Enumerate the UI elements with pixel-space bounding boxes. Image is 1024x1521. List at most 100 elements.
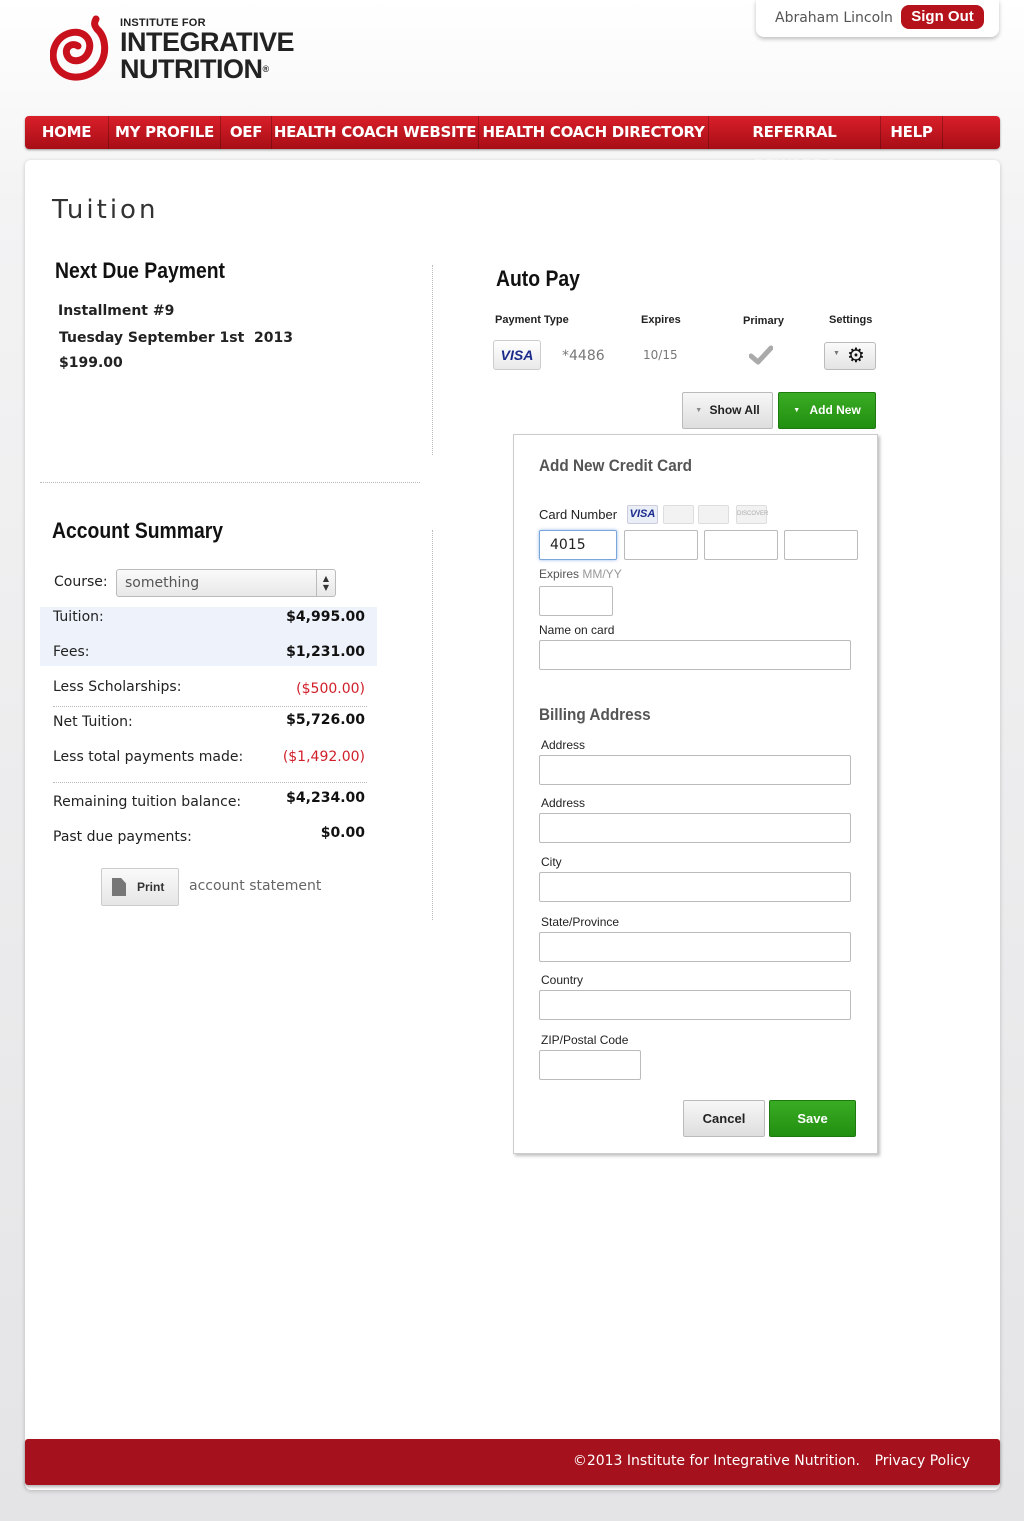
card-number-field-1[interactable]: 4015 [539,530,617,560]
document-icon [112,878,126,896]
chevron-down-icon: ▼ [833,350,840,357]
registered-mark: ® [262,64,269,74]
summary-value-remaining: $4,234.00 [286,790,365,806]
card-number-field-2[interactable] [624,530,698,560]
privacy-policy-link[interactable]: Privacy Policy [875,1453,970,1469]
divider-horizontal [40,482,420,483]
cancel-button[interactable]: Cancel [683,1100,765,1137]
expires-label: Expires MM/YY [539,567,622,581]
next-due-heading: Next Due Payment [55,258,226,283]
discover-mini-icon: DISCOVER [736,505,768,524]
col-settings: Settings [829,314,873,326]
state-field[interactable] [539,932,851,962]
address2-label: Address [541,796,586,810]
summary-label-scholarships: Less Scholarships: [53,679,182,695]
primary-check-icon[interactable] [749,345,773,365]
summary-value-tuition: $4,995.00 [286,609,365,625]
installment-number: Installment #9 [58,303,175,319]
logo-nutrition: NUTRITION [120,54,263,84]
summary-label-remaining: Remaining tuition balance: [53,794,242,810]
nav-health-coach-directory[interactable]: HEALTH COACH DIRECTORY [479,116,709,149]
chevron-down-icon: ▼ [695,407,703,414]
main-panel: Tuition Next Due Payment Installment #9 … [25,160,1000,1490]
city-label: City [541,855,562,869]
sign-out-button[interactable]: Sign Out [901,5,984,29]
due-amount: $199.00 [59,355,123,371]
nav-oef[interactable]: OEF [221,116,272,149]
gear-icon: ⚙ [847,345,865,367]
brand-logo[interactable]: INSTITUTE FOR INTEGRATIVE NUTRITION® [50,15,320,85]
summary-label-net-tuition: Net Tuition: [53,714,133,730]
chevron-down-icon: ▼ [793,407,801,414]
country-label: Country [541,973,584,987]
divider-vertical-top [432,265,433,455]
amex-mini-icon [698,505,729,524]
user-box: Abraham Lincoln Sign Out [756,0,999,37]
add-new-label: Add New [809,403,861,417]
summary-value-scholarships: ($500.00) [296,681,365,697]
spiral-logo-icon [50,15,109,81]
user-name[interactable]: Abraham Lincoln [775,10,893,26]
billing-address-heading: Billing Address [539,705,651,724]
card-number-label: Card Number [539,507,618,522]
summary-label-fees: Fees: [53,644,90,660]
summary-label-past-due: Past due payments: [53,829,192,845]
expires-field[interactable] [539,586,613,616]
print-button[interactable]: Print [101,868,179,906]
logo-integrative: INTEGRATIVE [120,27,295,57]
zip-label: ZIP/Postal Code [541,1033,629,1047]
zip-field[interactable] [539,1050,641,1080]
nav-my-profile[interactable]: MY PROFILE [109,116,221,149]
col-primary: Primary [743,315,784,327]
print-button-label: Print [137,880,165,894]
due-date: Tuesday September 1st 2013 [59,330,293,346]
add-credit-card-form: Add New Credit Card Card Number VISA DIS… [513,434,878,1154]
summary-label-tuition: Tuition: [53,609,104,625]
account-summary-heading: Account Summary [52,518,224,543]
visa-card-icon: VISA [493,340,541,370]
expires-label-text: Expires [539,567,580,581]
nav-referral-rewards[interactable]: REFERRAL REWARDS [709,116,881,174]
page-title: Tuition [52,195,159,225]
name-on-card-field[interactable] [539,640,851,670]
course-label: Course: [54,574,108,590]
summary-value-past-due: $0.00 [320,825,365,841]
city-field[interactable] [539,872,851,902]
add-new-button[interactable]: ▼ Add New [778,392,876,429]
mastercard-mini-icon [663,505,694,524]
footer-copyright: ©2013 Institute for Integrative Nutritio… [572,1453,860,1469]
save-button[interactable]: Save [769,1100,856,1137]
expires-hint: MM/YY [582,567,622,581]
select-arrows-icon: ▲ ▼ [316,570,335,596]
summary-label-payments-made: Less total payments made: [53,749,244,765]
visa-mini-icon: VISA [627,505,658,524]
state-label: State/Province [541,915,620,929]
card-number-field-3[interactable] [704,530,778,560]
add-card-heading: Add New Credit Card [539,456,693,475]
auto-pay-heading: Auto Pay [496,266,580,291]
col-payment-type: Payment Type [495,314,569,326]
address1-field[interactable] [539,755,851,785]
course-select-value: something [125,575,200,591]
col-expires: Expires [641,314,681,326]
nav-health-coach-website[interactable]: HEALTH COACH WEBSITE [272,116,479,149]
course-select[interactable]: something ▲ ▼ [116,569,336,597]
summary-value-net-tuition: $5,726.00 [286,712,365,728]
summary-value-payments-made: ($1,492.00) [282,749,365,765]
footer: ©2013 Institute for Integrative Nutritio… [25,1439,1000,1485]
show-all-label: Show All [709,403,760,417]
card-settings-button[interactable]: ▼ ⚙ [824,342,876,370]
nav-home[interactable]: HOME [25,116,109,149]
card-number-masked: *4486 [562,348,605,364]
summary-divider-1 [53,706,367,707]
nav-help[interactable]: HELP [881,116,943,149]
country-field[interactable] [539,990,851,1020]
address2-field[interactable] [539,813,851,843]
account-statement-label: account statement [189,878,322,894]
card-number-field-4[interactable] [784,530,858,560]
card-expires: 10/15 [643,348,678,362]
address1-label: Address [541,738,586,752]
show-all-button[interactable]: ▼ Show All [682,392,773,429]
main-nav: HOME MY PROFILE OEF HEALTH COACH WEBSITE… [25,116,1000,174]
name-on-card-label: Name on card [539,623,615,637]
